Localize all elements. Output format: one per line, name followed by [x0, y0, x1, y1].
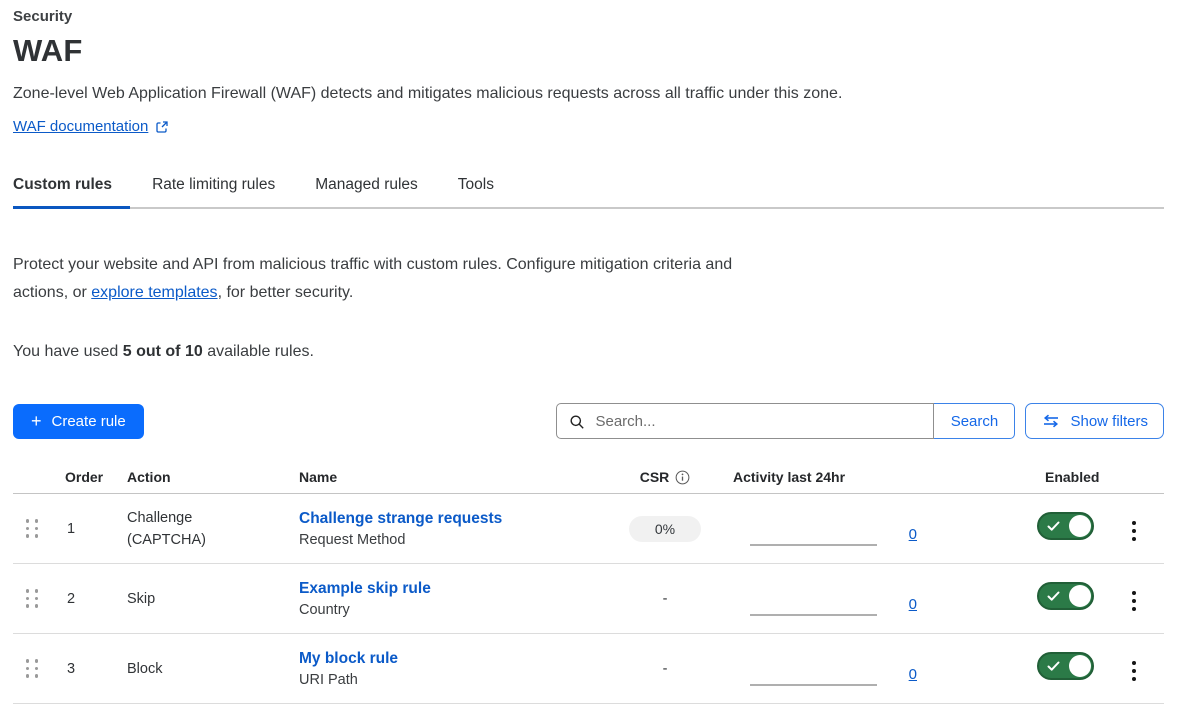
search-input[interactable]: [557, 413, 933, 430]
usage-count: 5 out of 10: [123, 343, 203, 360]
rule-order: 2: [51, 591, 113, 607]
check-icon: [1047, 661, 1060, 672]
activity-sparkline: [750, 684, 877, 686]
rule-name-link[interactable]: Challenge strange requests: [299, 510, 502, 528]
column-header-name: Name: [285, 469, 605, 485]
rule-order: 1: [51, 521, 113, 537]
activity-sparkline: [750, 544, 877, 546]
csr-header-label: CSR: [640, 469, 670, 485]
drag-handle-icon[interactable]: [23, 656, 42, 681]
rule-action: Skip: [113, 588, 233, 610]
table-row: 2 Skip Example skip rule Country - 0: [13, 564, 1164, 634]
toggle-knob: [1069, 655, 1091, 677]
rule-enabled-cell: [925, 512, 1104, 545]
waf-documentation-link[interactable]: WAF documentation: [13, 118, 169, 135]
create-rule-button[interactable]: + Create rule: [13, 404, 144, 439]
drag-handle-icon[interactable]: [23, 516, 42, 541]
intro-text: Protect your website and API from malici…: [13, 251, 753, 307]
intro-text-after: , for better security.: [218, 284, 354, 301]
plus-icon: +: [31, 412, 42, 430]
rule-menu-cell: [1104, 512, 1164, 545]
waf-page: Security WAF Zone-level Web Application …: [0, 0, 1177, 704]
rule-menu-cell: [1104, 652, 1164, 685]
rule-enabled-cell: [925, 652, 1104, 685]
rule-enabled-cell: [925, 582, 1104, 615]
table-row: 3 Block My block rule URI Path - 0: [13, 634, 1164, 704]
swap-arrows-icon: [1041, 414, 1061, 428]
kebab-menu-icon[interactable]: [1124, 657, 1145, 686]
tab-managed-rules[interactable]: Managed rules: [315, 166, 418, 207]
column-header-csr: CSR: [605, 469, 725, 485]
rule-name-link[interactable]: My block rule: [299, 650, 398, 668]
rule-match-field: URI Path: [299, 672, 605, 688]
csr-value: -: [663, 661, 668, 677]
column-header-action: Action: [113, 469, 285, 485]
drag-handle-icon[interactable]: [23, 586, 42, 611]
rule-name-cell: My block rule URI Path: [285, 650, 605, 688]
external-link-icon: [155, 120, 169, 134]
csr-value: 0%: [629, 516, 701, 542]
rule-name-link[interactable]: Example skip rule: [299, 580, 431, 598]
rule-csr-cell: 0%: [605, 516, 725, 542]
rule-csr-cell: -: [605, 591, 725, 607]
table-header-row: Order Action Name CSR Activity last 24hr…: [13, 461, 1164, 494]
kebab-menu-icon[interactable]: [1124, 587, 1145, 616]
kebab-menu-icon[interactable]: [1124, 517, 1145, 546]
show-filters-button[interactable]: Show filters: [1025, 403, 1164, 439]
rule-match-field: Country: [299, 602, 605, 618]
activity-count-link[interactable]: 0: [909, 596, 917, 613]
search-icon: [569, 414, 585, 430]
toggle-knob: [1069, 515, 1091, 537]
search-group: Search: [556, 403, 1015, 439]
show-filters-label: Show filters: [1070, 413, 1148, 430]
rule-name-cell: Challenge strange requests Request Metho…: [285, 510, 605, 548]
enabled-toggle[interactable]: [1037, 582, 1094, 610]
enabled-toggle[interactable]: [1037, 652, 1094, 680]
usage-text: You have used 5 out of 10 available rule…: [13, 343, 1164, 361]
activity-count-link[interactable]: 0: [909, 526, 917, 543]
table-row: 1 Challenge (CAPTCHA) Challenge strange …: [13, 494, 1164, 564]
page-description: Zone-level Web Application Firewall (WAF…: [13, 85, 1164, 103]
toolbar: + Create rule Search Show filters: [13, 403, 1164, 439]
rule-csr-cell: -: [605, 661, 725, 677]
search-button[interactable]: Search: [933, 403, 1015, 439]
rule-activity-cell: 0: [725, 494, 925, 563]
breadcrumb: Security: [13, 8, 1164, 25]
activity-sparkline: [750, 614, 877, 616]
toggle-knob: [1069, 585, 1091, 607]
usage-text-before: You have used: [13, 343, 123, 360]
tab-bar: Custom rules Rate limiting rules Managed…: [13, 166, 1164, 209]
explore-templates-link[interactable]: explore templates: [91, 284, 217, 301]
csr-value: -: [663, 591, 668, 607]
tab-tools[interactable]: Tools: [458, 166, 494, 207]
enabled-toggle[interactable]: [1037, 512, 1094, 540]
rules-table: Order Action Name CSR Activity last 24hr…: [13, 461, 1164, 704]
check-icon: [1047, 591, 1060, 602]
rule-order: 3: [51, 661, 113, 677]
rule-action: Block: [113, 658, 233, 680]
rule-menu-cell: [1104, 582, 1164, 615]
create-rule-label: Create rule: [52, 413, 126, 430]
rule-action: Challenge (CAPTCHA): [113, 507, 233, 551]
rule-name-cell: Example skip rule Country: [285, 580, 605, 618]
waf-documentation-label: WAF documentation: [13, 118, 148, 135]
table-body: 1 Challenge (CAPTCHA) Challenge strange …: [13, 494, 1164, 704]
check-icon: [1047, 521, 1060, 532]
tab-custom-rules[interactable]: Custom rules: [13, 166, 112, 207]
page-title: WAF: [13, 33, 1164, 69]
activity-count-link[interactable]: 0: [909, 666, 917, 683]
rule-activity-cell: 0: [725, 634, 925, 703]
column-header-order: Order: [51, 469, 113, 485]
rule-activity-cell: 0: [725, 564, 925, 633]
usage-text-after: available rules.: [203, 343, 314, 360]
column-header-activity: Activity last 24hr: [725, 469, 925, 485]
tab-rate-limiting-rules[interactable]: Rate limiting rules: [152, 166, 275, 207]
rule-match-field: Request Method: [299, 532, 605, 548]
info-icon[interactable]: [675, 470, 690, 485]
column-header-enabled: Enabled: [925, 469, 1104, 485]
search-box: [556, 403, 934, 439]
